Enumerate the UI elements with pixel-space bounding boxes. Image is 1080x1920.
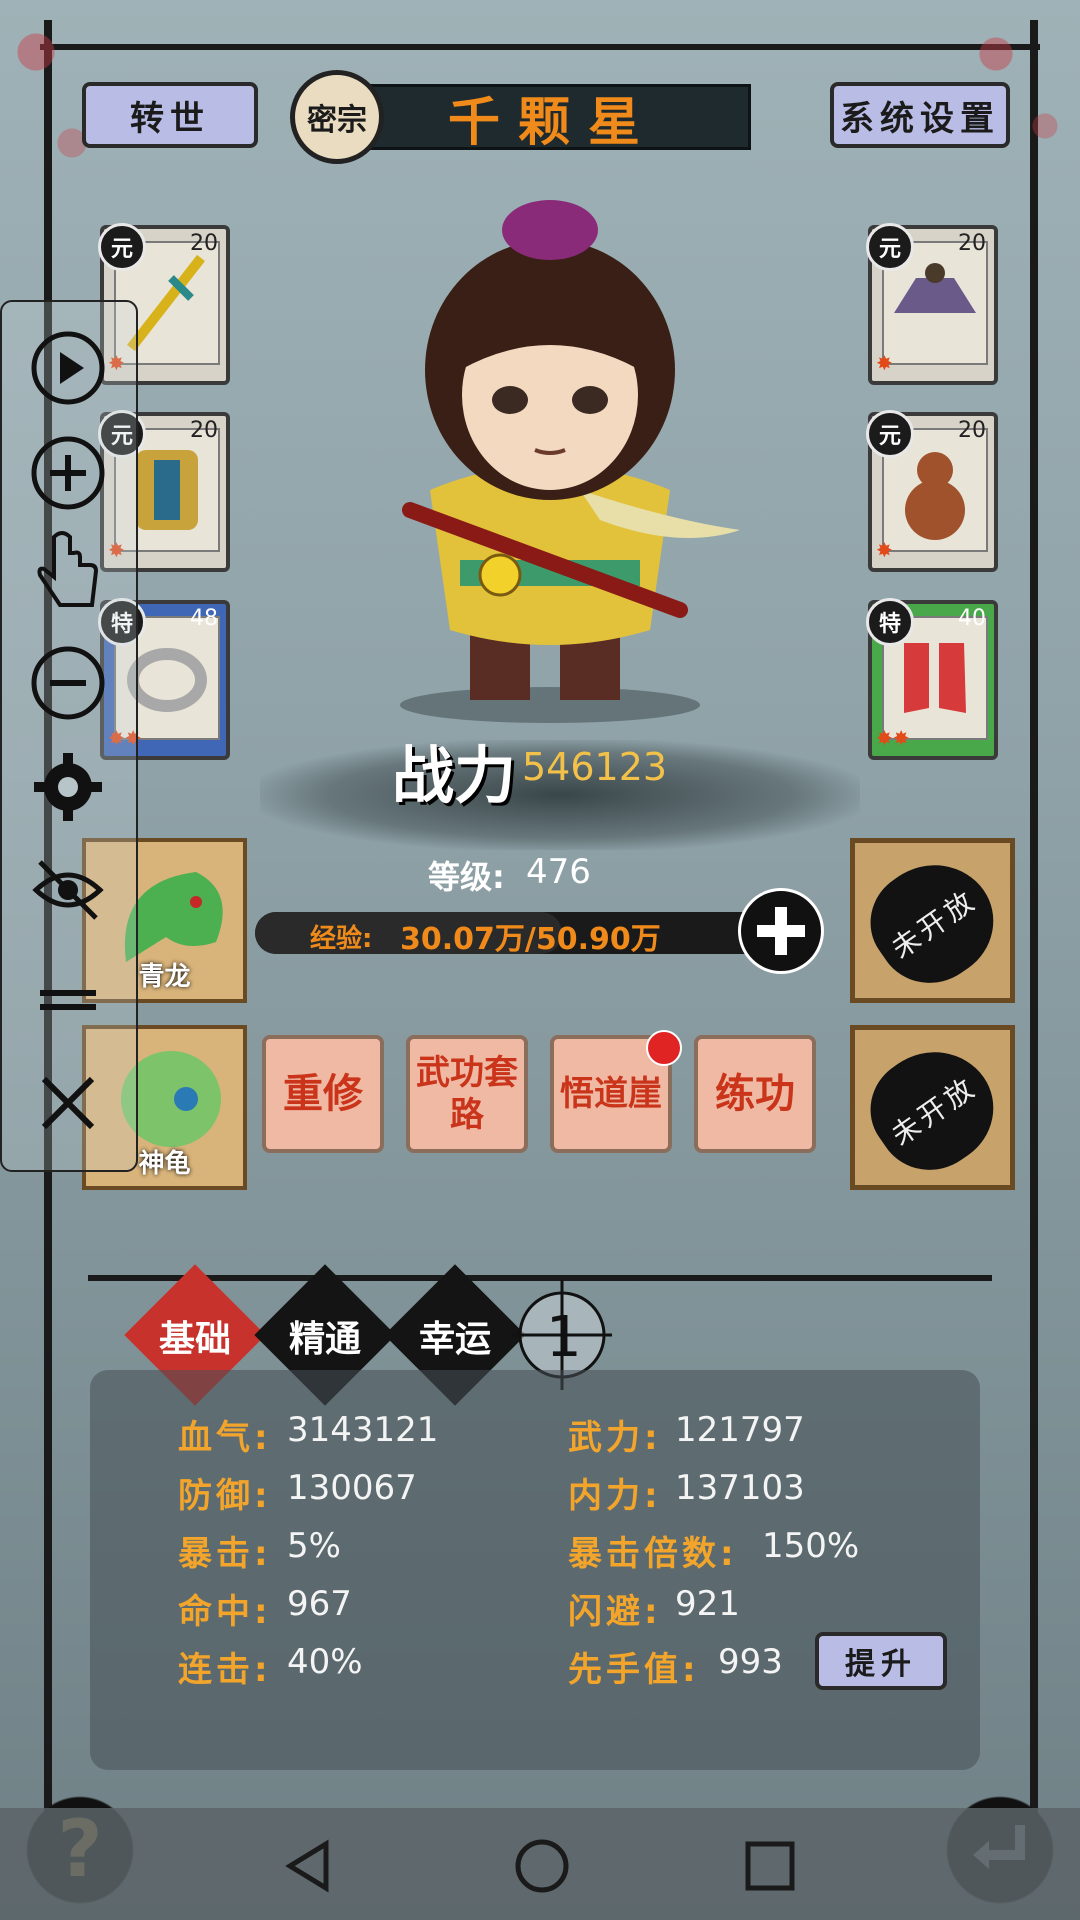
equip-slot-boots[interactable]: 特 40 ✸✸ bbox=[866, 598, 998, 760]
nav-recents-icon[interactable] bbox=[742, 1838, 798, 1894]
rebirth-button[interactable]: 转世 bbox=[82, 82, 258, 148]
stat-hp-value: 3143121 bbox=[287, 1410, 439, 1450]
add-exp-button[interactable] bbox=[738, 888, 824, 974]
equip-level: 20 bbox=[190, 231, 218, 256]
grade-tag: 元 bbox=[98, 223, 146, 271]
stat-inner-label: 内力: bbox=[568, 1476, 662, 1516]
system-settings-button[interactable]: 系统设置 bbox=[830, 82, 1010, 148]
combat-power-value: 546123 bbox=[522, 745, 668, 789]
eye-hidden-icon[interactable] bbox=[28, 850, 108, 930]
stat-critmul-label: 暴击倍数: bbox=[568, 1534, 738, 1574]
exp-label: 经验: bbox=[310, 924, 373, 954]
level-value: 476 bbox=[526, 852, 591, 892]
equip-level: 40 bbox=[958, 606, 986, 631]
stat-def-value: 130067 bbox=[287, 1468, 417, 1508]
sect-badge: 密宗 bbox=[290, 70, 384, 164]
stat-crit-value: 5% bbox=[287, 1526, 341, 1566]
frame-right-line bbox=[1030, 20, 1038, 1860]
stat-critmul-value: 150% bbox=[762, 1526, 860, 1566]
plus-icon bbox=[757, 907, 805, 955]
tab-mastery[interactable]: 精通 bbox=[255, 1310, 395, 1362]
equip-level: 20 bbox=[958, 231, 986, 256]
nav-back-icon[interactable] bbox=[280, 1838, 340, 1894]
locked-slot-1[interactable]: 未开放 bbox=[850, 838, 1016, 1005]
nav-home-icon[interactable] bbox=[512, 1836, 572, 1896]
grade-tag: 特 bbox=[866, 598, 914, 646]
grade-tag: 元 bbox=[866, 223, 914, 271]
menu-lines-icon[interactable] bbox=[28, 960, 108, 1040]
upgrade-button[interactable]: 提升 bbox=[815, 1632, 947, 1690]
stat-def-label: 防御: bbox=[178, 1476, 272, 1516]
stat-inner-value: 137103 bbox=[675, 1468, 805, 1508]
star-icon: ✸ bbox=[876, 351, 893, 375]
practice-button[interactable]: 练功 bbox=[694, 1035, 816, 1153]
combat-power-label: 战力 bbox=[392, 739, 517, 812]
equip-slot-hat[interactable]: 元 20 ✸ bbox=[866, 223, 998, 385]
equip-level: 20 bbox=[190, 418, 218, 443]
star-icon: ✸ bbox=[876, 538, 893, 562]
star-icon: ✸✸ bbox=[876, 726, 910, 750]
close-icon[interactable] bbox=[28, 1063, 108, 1143]
hand-pointer-icon[interactable] bbox=[28, 530, 108, 610]
frame-top-line bbox=[40, 44, 1040, 50]
martial-arts-button[interactable]: 武功套路 bbox=[406, 1035, 528, 1153]
zoom-in-icon[interactable] bbox=[28, 433, 108, 513]
floating-toolbar bbox=[0, 300, 138, 1172]
level-label: 等级: bbox=[428, 858, 505, 896]
stat-hp-label: 血气: bbox=[178, 1418, 272, 1458]
locked-slot-2[interactable]: 未开放 bbox=[850, 1025, 1016, 1192]
stat-crit-label: 暴击: bbox=[178, 1534, 272, 1574]
retrain-button[interactable]: 重修 bbox=[262, 1035, 384, 1153]
zoom-out-icon[interactable] bbox=[28, 643, 108, 723]
character-portrait bbox=[340, 190, 760, 730]
equip-level: 48 bbox=[190, 606, 218, 631]
tab-basic[interactable]: 基础 bbox=[125, 1310, 265, 1362]
play-icon[interactable] bbox=[28, 328, 108, 408]
exp-value: 30.07万/50.90万 bbox=[400, 922, 661, 957]
locked-label: 未开放 bbox=[850, 840, 1016, 1005]
stat-dodge-value: 921 bbox=[675, 1584, 740, 1624]
stat-combo-label: 连击: bbox=[178, 1650, 272, 1690]
gear-icon[interactable] bbox=[28, 747, 108, 827]
stat-atk-label: 武力: bbox=[568, 1418, 662, 1458]
stat-combo-value: 40% bbox=[287, 1642, 363, 1682]
stat-init-label: 先手值: bbox=[568, 1650, 700, 1690]
notification-dot bbox=[646, 1030, 682, 1066]
stat-hit-value: 967 bbox=[287, 1584, 352, 1624]
equip-level: 20 bbox=[958, 418, 986, 443]
stat-dodge-label: 闪避: bbox=[568, 1592, 662, 1632]
equip-slot-gourd[interactable]: 元 20 ✸ bbox=[866, 410, 998, 572]
locked-label: 未开放 bbox=[850, 1027, 1016, 1192]
player-name: 千颗星 bbox=[355, 84, 751, 153]
grade-tag: 元 bbox=[866, 410, 914, 458]
stat-hit-label: 命中: bbox=[178, 1592, 272, 1632]
stat-atk-value: 121797 bbox=[675, 1410, 805, 1450]
tab-luck[interactable]: 幸运 bbox=[385, 1310, 525, 1362]
stat-init-value: 993 bbox=[718, 1642, 783, 1682]
crosshair-value: 1 bbox=[546, 1305, 582, 1370]
